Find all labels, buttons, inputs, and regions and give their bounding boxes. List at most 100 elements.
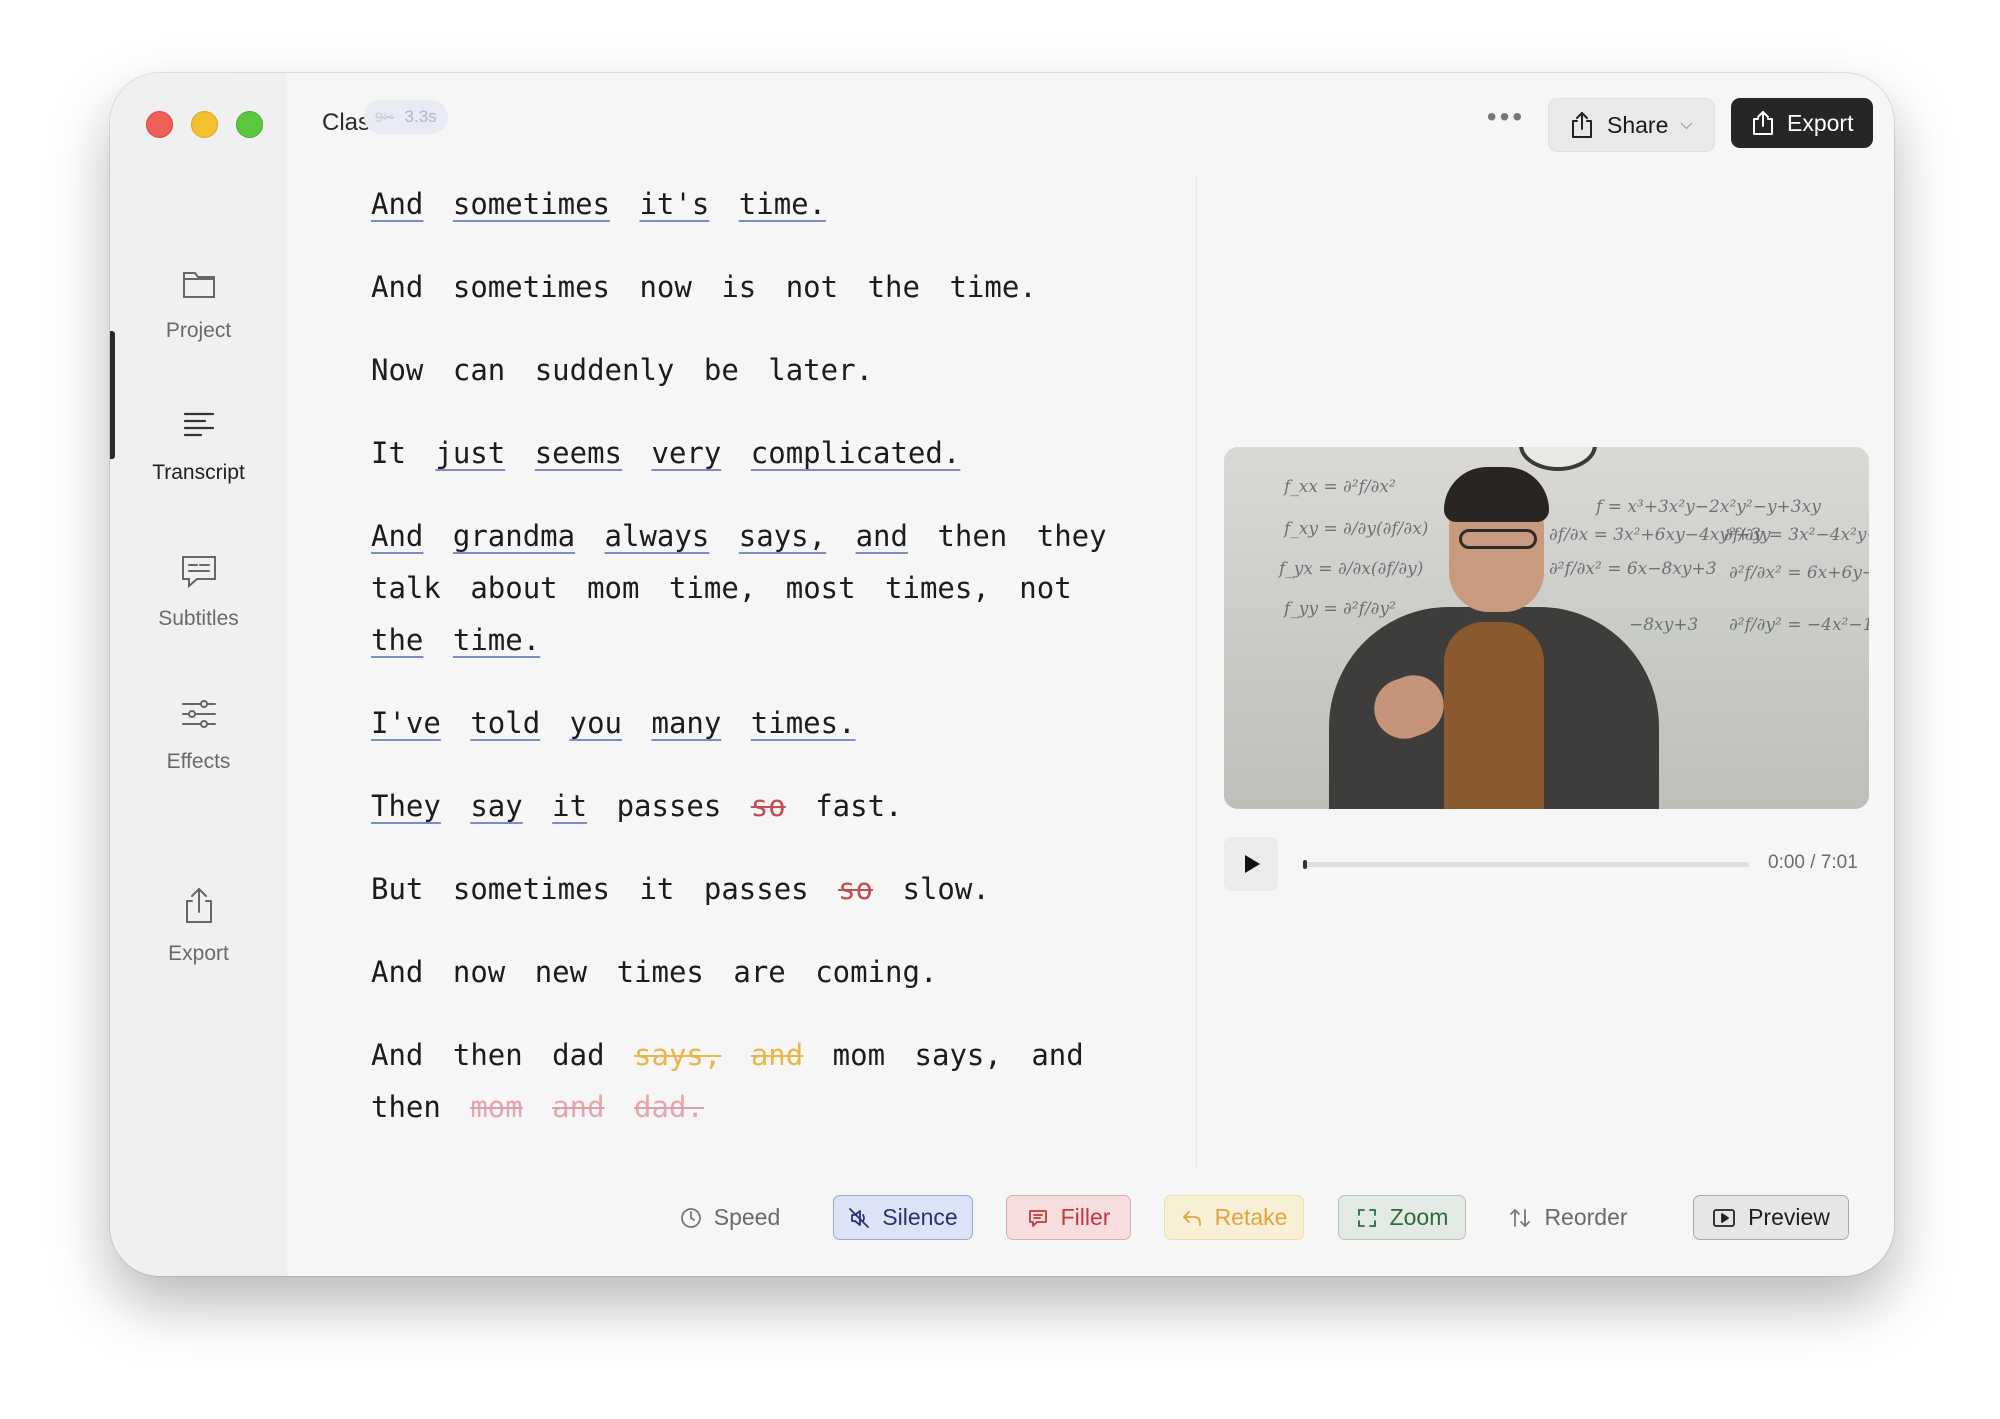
transcript-word[interactable]: sometimes (453, 187, 610, 221)
retake-button[interactable]: Retake (1164, 1195, 1304, 1240)
sidebar-item-subtitles[interactable]: Subtitles (110, 549, 287, 673)
transcript-word[interactable]: it's (639, 187, 709, 221)
share-button[interactable]: Share ⌵ (1548, 98, 1715, 152)
filler-word[interactable]: so (838, 872, 873, 906)
reorder-button[interactable]: Reorder (1498, 1195, 1638, 1240)
transcript-word[interactable]: now (453, 955, 505, 989)
transcript-word[interactable]: very (651, 436, 721, 470)
transcript-word[interactable]: dad (552, 1038, 604, 1072)
transcript-paragraph[interactable]: I've told you many times. (371, 697, 1131, 749)
transcript-word[interactable]: slow. (902, 872, 989, 906)
filler-button[interactable]: Filler (1006, 1195, 1131, 1240)
retake-word[interactable]: and (751, 1038, 803, 1072)
playhead-handle[interactable] (1303, 860, 1307, 869)
sidebar-item-effects[interactable]: Effects (110, 692, 287, 816)
preview-button[interactable]: Preview (1693, 1195, 1849, 1240)
transcript-paragraph[interactable]: They say it passes so fast. (371, 780, 1131, 832)
retake-word[interactable]: says, (634, 1038, 721, 1072)
transcript-paragraph[interactable]: Now can suddenly be later. (371, 344, 1131, 396)
transcript-word[interactable]: Now (371, 353, 423, 387)
transcript-word[interactable]: be (704, 353, 739, 387)
transcript-word[interactable]: told (470, 706, 540, 740)
transcript-word[interactable]: the (371, 623, 423, 657)
transcript-word[interactable]: not (1019, 571, 1071, 605)
transcript-word[interactable]: then (937, 519, 1007, 553)
zoom-window-button[interactable] (236, 111, 263, 138)
transcript-word[interactable]: is (721, 270, 756, 304)
more-options-button[interactable]: ••• (1480, 103, 1532, 143)
transcript-word[interactable]: always (605, 519, 710, 553)
close-window-button[interactable] (146, 111, 173, 138)
transcript-word[interactable]: now (639, 270, 691, 304)
transcript-word[interactable]: it (552, 789, 587, 823)
transcript-word[interactable]: And (371, 187, 423, 221)
transcript-word[interactable]: and (1031, 1038, 1083, 1072)
video-preview[interactable]: f_xx = ∂²f/∂x² f_xy = ∂/∂y(∂f/∂x) f_yx = ∂… (1224, 447, 1869, 809)
transcript-editor[interactable]: And sometimes it's time. And sometimes n… (371, 178, 1131, 1164)
transcript-word[interactable]: And (371, 955, 423, 989)
transcript-word[interactable]: time, (669, 571, 756, 605)
transcript-word[interactable]: and (856, 519, 908, 553)
transcript-word[interactable]: they (1037, 519, 1107, 553)
transcript-paragraph[interactable]: And grandma always says, and then they t… (371, 510, 1131, 666)
transcript-word[interactable]: And (371, 270, 423, 304)
play-button[interactable] (1224, 837, 1278, 891)
transcript-word[interactable]: times. (751, 706, 856, 740)
transcript-word[interactable]: says, (739, 519, 826, 553)
silence-button[interactable]: Silence (833, 1195, 973, 1240)
transcript-word[interactable]: grandma (453, 519, 575, 553)
transcript-word[interactable]: passes (704, 872, 809, 906)
filler-word[interactable]: so (751, 789, 786, 823)
transcript-word[interactable]: says, (915, 1038, 1002, 1072)
transcript-word[interactable]: times, (885, 571, 990, 605)
transcript-word[interactable]: you (570, 706, 622, 740)
sidebar-item-transcript[interactable]: Transcript (110, 403, 287, 527)
transcript-paragraph[interactable]: And then dad says, and mom says, and the… (371, 1029, 1131, 1133)
transcript-word[interactable]: not (786, 270, 838, 304)
retake-word[interactable]: and (552, 1090, 604, 1124)
transcript-word[interactable]: I've (371, 706, 441, 740)
transcript-word[interactable]: say (470, 789, 522, 823)
transcript-word[interactable]: new (535, 955, 587, 989)
transcript-word[interactable]: And (371, 1038, 423, 1072)
transcript-word[interactable]: later. (768, 353, 873, 387)
transcript-word[interactable]: it (639, 872, 674, 906)
transcript-word[interactable]: times (617, 955, 704, 989)
transcript-paragraph[interactable]: And sometimes it's time. (371, 178, 1131, 230)
transcript-word[interactable]: time. (949, 270, 1036, 304)
transcript-word[interactable]: mom (587, 571, 639, 605)
transcript-word[interactable]: sometimes (453, 270, 610, 304)
transcript-word[interactable]: about (470, 571, 557, 605)
transcript-word[interactable]: suddenly (535, 353, 675, 387)
transcript-word[interactable]: coming. (815, 955, 937, 989)
transcript-word[interactable]: time. (739, 187, 826, 221)
sidebar-item-project[interactable]: Project (110, 261, 287, 385)
minimize-window-button[interactable] (191, 111, 218, 138)
transcript-word[interactable]: sometimes (453, 872, 610, 906)
retake-word[interactable]: dad. (634, 1090, 704, 1124)
transcript-word[interactable]: time. (453, 623, 540, 657)
transcript-word[interactable]: then (453, 1038, 523, 1072)
zoom-button[interactable]: Zoom (1338, 1195, 1466, 1240)
export-button[interactable]: Export (1731, 98, 1873, 148)
playback-progress-bar[interactable] (1303, 860, 1749, 869)
transcript-word[interactable]: fast. (815, 789, 902, 823)
sidebar-item-export[interactable]: Export (110, 884, 287, 1008)
transcript-paragraph[interactable]: But sometimes it passes so slow. (371, 863, 1131, 915)
speed-button[interactable]: Speed (670, 1195, 790, 1240)
transcript-word[interactable]: just (435, 436, 505, 470)
transcript-word[interactable]: seems (535, 436, 622, 470)
transcript-word[interactable]: most (786, 571, 856, 605)
transcript-paragraph[interactable]: It just seems very complicated. (371, 427, 1131, 479)
transcript-word[interactable]: then (371, 1090, 441, 1124)
transcript-word[interactable]: the (868, 270, 920, 304)
transcript-word[interactable]: many (651, 706, 721, 740)
transcript-word[interactable]: And (371, 519, 423, 553)
transcript-paragraph[interactable]: And sometimes now is not the time. (371, 261, 1131, 313)
transcript-word[interactable]: can (453, 353, 505, 387)
transcript-word[interactable]: They (371, 789, 441, 823)
transcript-word[interactable]: It (371, 436, 406, 470)
transcript-word[interactable]: passes (617, 789, 722, 823)
transcript-word[interactable]: mom (833, 1038, 885, 1072)
transcript-word[interactable]: talk (371, 571, 441, 605)
